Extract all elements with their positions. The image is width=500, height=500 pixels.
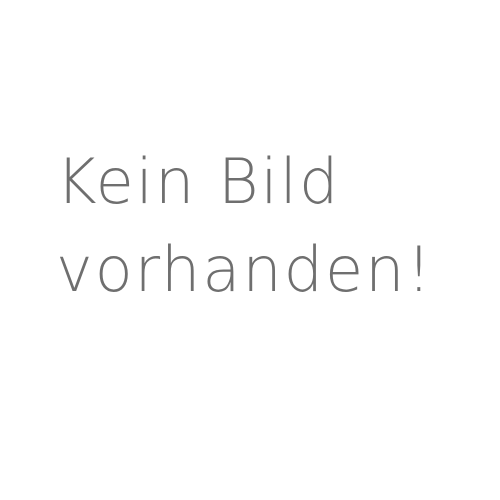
no-image-message-line-1: Kein Bild — [56, 145, 341, 218]
image-placeholder: Kein Bild vorhanden! — [0, 0, 500, 500]
no-image-message-line-2: vorhanden! — [56, 233, 434, 306]
no-image-message: Kein Bild vorhanden! — [56, 138, 433, 314]
